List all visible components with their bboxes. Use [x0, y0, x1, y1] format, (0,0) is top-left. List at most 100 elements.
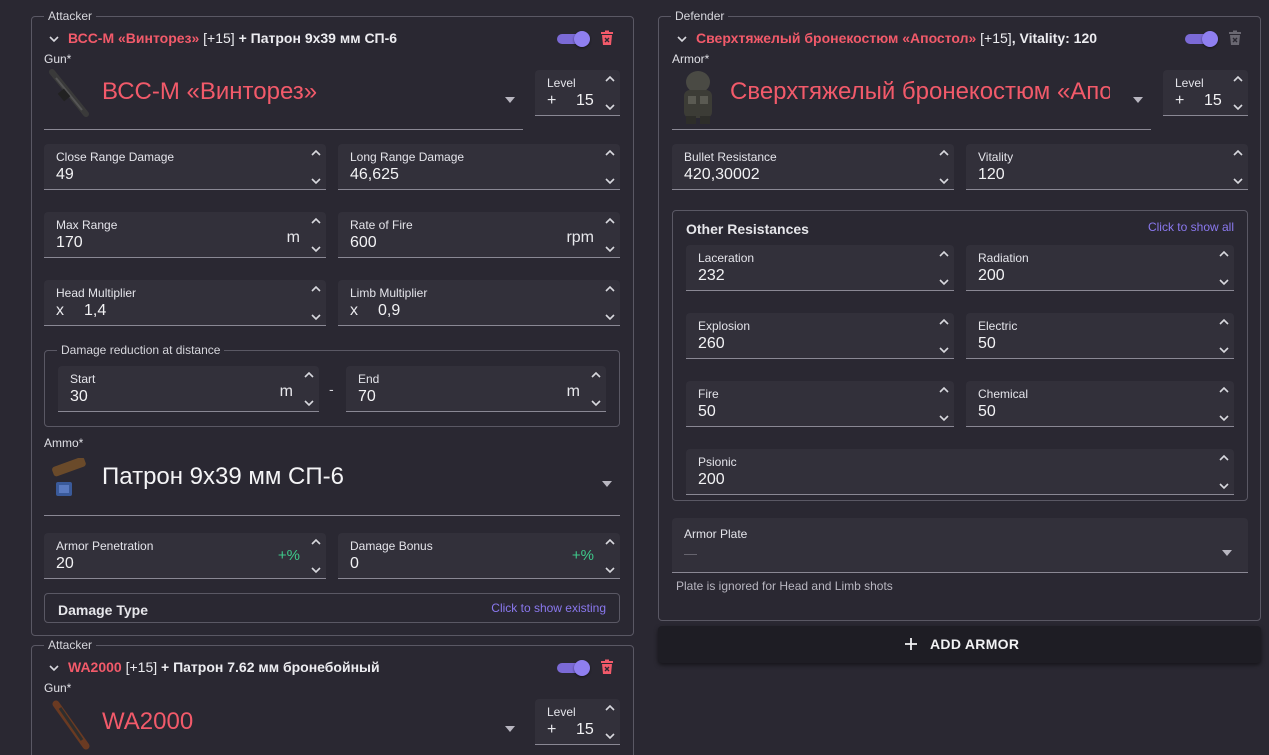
laceration-field[interactable]: Laceration 232: [686, 245, 954, 291]
increment-icon[interactable]: [604, 537, 616, 547]
level-stepper[interactable]: [1232, 74, 1244, 112]
end-distance-stepper[interactable]: [590, 370, 602, 408]
increment-icon[interactable]: [1218, 249, 1230, 259]
explosion-field[interactable]: Explosion 260: [686, 313, 954, 359]
decrement-icon[interactable]: [310, 176, 322, 186]
vitality-field[interactable]: Vitality 120: [966, 144, 1248, 190]
decrement-icon[interactable]: [604, 731, 616, 741]
laceration-stepper[interactable]: [938, 249, 950, 287]
decrement-icon[interactable]: [1218, 345, 1230, 355]
increment-icon[interactable]: [310, 148, 322, 158]
damage-bonus-field[interactable]: Damage Bonus 0 +%: [338, 533, 620, 579]
decrement-icon[interactable]: [310, 565, 322, 575]
collapse-chevron-icon[interactable]: [48, 33, 60, 45]
decrement-icon[interactable]: [938, 345, 950, 355]
decrement-icon[interactable]: [1218, 413, 1230, 423]
decrement-icon[interactable]: [604, 176, 616, 186]
increment-icon[interactable]: [938, 148, 950, 158]
head-multiplier-field[interactable]: Head Multiplier x 1,4: [44, 280, 326, 326]
radiation-stepper[interactable]: [1218, 249, 1230, 287]
dropdown-arrow-icon[interactable]: [1133, 97, 1143, 103]
decrement-icon[interactable]: [938, 176, 950, 186]
rate-of-fire-stepper[interactable]: [604, 216, 616, 254]
chemical-stepper[interactable]: [1218, 385, 1230, 423]
enable-toggle[interactable]: [1185, 31, 1219, 47]
electric-stepper[interactable]: [1218, 317, 1230, 355]
show-existing-link[interactable]: Click to show existing: [491, 601, 606, 615]
increment-icon[interactable]: [604, 148, 616, 158]
bullet-resistance-stepper[interactable]: [938, 148, 950, 186]
head-multiplier-stepper[interactable]: [310, 284, 322, 322]
defender-level-field[interactable]: Level + 15: [1163, 70, 1248, 116]
limb-multiplier-stepper[interactable]: [604, 284, 616, 322]
damage-type-box[interactable]: Damage Type Click to show existing: [44, 593, 620, 623]
increment-icon[interactable]: [938, 249, 950, 259]
damage-bonus-stepper[interactable]: [604, 537, 616, 575]
decrement-icon[interactable]: [938, 413, 950, 423]
psionic-stepper[interactable]: [1218, 453, 1230, 491]
increment-icon[interactable]: [604, 216, 616, 226]
decrement-icon[interactable]: [1232, 102, 1244, 112]
radiation-field[interactable]: Radiation 200: [966, 245, 1234, 291]
increment-icon[interactable]: [1218, 385, 1230, 395]
decrement-icon[interactable]: [604, 244, 616, 254]
increment-icon[interactable]: [1218, 317, 1230, 327]
armor-penetration-stepper[interactable]: [310, 537, 322, 575]
limb-multiplier-field[interactable]: Limb Multiplier x 0,9: [338, 280, 620, 326]
show-all-link[interactable]: Click to show all: [1148, 220, 1234, 234]
increment-icon[interactable]: [310, 284, 322, 294]
electric-field[interactable]: Electric 50: [966, 313, 1234, 359]
delete-trash-icon[interactable]: [600, 30, 614, 46]
increment-icon[interactable]: [938, 317, 950, 327]
level-stepper[interactable]: [604, 703, 616, 741]
level-field-2[interactable]: Level + 15: [535, 699, 620, 745]
decrement-icon[interactable]: [938, 277, 950, 287]
fire-field[interactable]: Fire 50: [686, 381, 954, 427]
fire-stepper[interactable]: [938, 385, 950, 423]
dropdown-arrow-icon[interactable]: [602, 481, 612, 487]
decrement-icon[interactable]: [604, 565, 616, 575]
max-range-stepper[interactable]: [310, 216, 322, 254]
explosion-stepper[interactable]: [938, 317, 950, 355]
decrement-icon[interactable]: [604, 312, 616, 322]
long-range-damage-field[interactable]: Long Range Damage 46,625: [338, 144, 620, 190]
increment-icon[interactable]: [938, 385, 950, 395]
dropdown-arrow-icon[interactable]: [505, 726, 515, 732]
level-field[interactable]: Level + 15: [535, 70, 620, 116]
start-distance-stepper[interactable]: [303, 370, 315, 408]
add-armor-button[interactable]: ADD ARMOR: [658, 626, 1261, 663]
increment-icon[interactable]: [1218, 453, 1230, 463]
decrement-icon[interactable]: [1232, 176, 1244, 186]
gun-select[interactable]: ВСС-М «Винторез»: [44, 66, 523, 130]
increment-icon[interactable]: [604, 74, 616, 84]
decrement-icon[interactable]: [604, 102, 616, 112]
start-distance-field[interactable]: Start 30 m: [58, 366, 319, 412]
increment-icon[interactable]: [590, 370, 602, 380]
close-range-stepper[interactable]: [310, 148, 322, 186]
decrement-icon[interactable]: [303, 398, 315, 408]
enable-toggle[interactable]: [557, 660, 591, 676]
decrement-icon[interactable]: [310, 312, 322, 322]
increment-icon[interactable]: [604, 703, 616, 713]
long-range-stepper[interactable]: [604, 148, 616, 186]
rate-of-fire-field[interactable]: Rate of Fire 600 rpm: [338, 212, 620, 258]
level-stepper[interactable]: [604, 74, 616, 112]
bullet-resistance-field[interactable]: Bullet Resistance 420,30002: [672, 144, 954, 190]
collapse-chevron-icon[interactable]: [676, 33, 688, 45]
close-range-damage-field[interactable]: Close Range Damage 49: [44, 144, 326, 190]
armor-penetration-field[interactable]: Armor Penetration 20 +%: [44, 533, 326, 579]
end-distance-field[interactable]: End 70 m: [346, 366, 606, 412]
decrement-icon[interactable]: [1218, 481, 1230, 491]
vitality-stepper[interactable]: [1232, 148, 1244, 186]
dropdown-arrow-icon[interactable]: [505, 97, 515, 103]
chemical-field[interactable]: Chemical 50: [966, 381, 1234, 427]
ammo-select[interactable]: Патрон 9х39 мм СП-6: [44, 450, 620, 516]
increment-icon[interactable]: [303, 370, 315, 380]
gun-select-2[interactable]: WA2000: [44, 696, 523, 755]
collapse-chevron-icon[interactable]: [48, 662, 60, 674]
increment-icon[interactable]: [604, 284, 616, 294]
increment-icon[interactable]: [1232, 148, 1244, 158]
increment-icon[interactable]: [310, 216, 322, 226]
increment-icon[interactable]: [310, 537, 322, 547]
psionic-field[interactable]: Psionic 200: [686, 449, 1234, 495]
